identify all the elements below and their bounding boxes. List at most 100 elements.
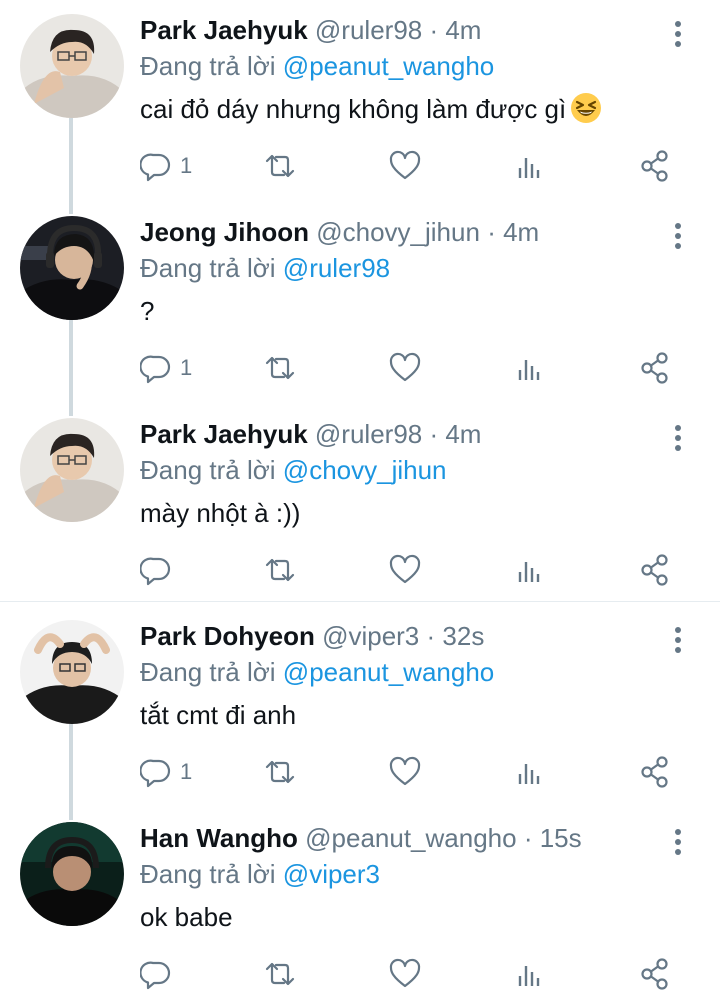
tweet-header: Jeong Jihoon @chovy_jihun · 4m (140, 214, 539, 250)
avatar[interactable] (20, 822, 124, 926)
like-icon (388, 958, 422, 990)
avatar[interactable] (20, 14, 124, 118)
more-options-icon[interactable] (666, 16, 690, 52)
timestamp[interactable]: · 4m (487, 217, 539, 247)
share-button[interactable] (638, 752, 672, 792)
share-button[interactable] (638, 550, 672, 590)
more-options-icon[interactable] (666, 622, 690, 658)
timestamp[interactable]: · 15s (524, 823, 582, 853)
tweet-text: tắt cmt đi anh (140, 696, 296, 734)
reply-count: 1 (180, 759, 193, 784)
tweet-body: mày nhột à :)) (140, 498, 301, 528)
stats-icon (514, 150, 546, 182)
tweet-body: cai đỏ dáy nhưng không làm được gì (140, 94, 567, 124)
share-button[interactable] (638, 146, 672, 186)
reply-button[interactable] (140, 954, 180, 994)
replying-to: Đang trả lời @chovy_jihun (140, 452, 447, 488)
reply-button[interactable]: 1 (140, 752, 192, 792)
user-handle[interactable]: @ruler98 (315, 15, 422, 45)
replying-to-label: Đang trả lời (140, 859, 276, 889)
replying-to-label: Đang trả lời (140, 51, 276, 81)
avatar[interactable] (20, 620, 124, 724)
retweet-button[interactable] (262, 348, 298, 388)
share-button[interactable] (638, 348, 672, 388)
timestamp[interactable]: · 32s (427, 621, 485, 651)
retweet-button[interactable] (262, 752, 298, 792)
tweet-actions: 1 (0, 348, 720, 388)
share-icon (638, 149, 672, 183)
stats-button[interactable] (514, 550, 546, 590)
replying-to: Đang trả lời @peanut_wangho (140, 48, 494, 84)
more-options-icon[interactable] (666, 218, 690, 254)
display-name[interactable]: Jeong Jihoon (140, 217, 309, 247)
tweet-text: ? (140, 292, 154, 330)
retweet-icon (262, 150, 298, 182)
divider (0, 601, 720, 602)
display-name[interactable]: Park Dohyeon (140, 621, 315, 651)
mention-link[interactable]: @peanut_wangho (283, 51, 494, 81)
like-button[interactable] (388, 752, 422, 792)
retweet-button[interactable] (262, 954, 298, 994)
like-button[interactable] (388, 146, 422, 186)
tweet-text: mày nhột à :)) (140, 494, 300, 532)
like-button[interactable] (388, 348, 422, 388)
retweet-icon (262, 958, 298, 990)
avatar[interactable] (20, 216, 124, 320)
reply-icon (140, 150, 172, 182)
avatar[interactable] (20, 418, 124, 522)
reply-button[interactable]: 1 (140, 348, 192, 388)
tweet-text: cai đỏ dáy nhưng không làm được gì (140, 90, 602, 134)
display-name[interactable]: Han Wangho (140, 823, 298, 853)
stats-button[interactable] (514, 954, 546, 994)
tweet-text: ok babe (140, 898, 233, 936)
reply-button[interactable]: 1 (140, 146, 192, 186)
like-icon (388, 756, 422, 788)
reply-icon (140, 756, 172, 788)
tweet-actions (0, 954, 720, 994)
stats-button[interactable] (514, 752, 546, 792)
tweet-header: Park Dohyeon @viper3 · 32s (140, 618, 484, 654)
display-name[interactable]: Park Jaehyuk (140, 419, 308, 449)
timestamp[interactable]: · 4m (429, 15, 481, 45)
stats-button[interactable] (514, 146, 546, 186)
reply-icon (140, 554, 172, 586)
like-button[interactable] (388, 550, 422, 590)
user-handle[interactable]: @peanut_wangho (305, 823, 516, 853)
mention-link[interactable]: @peanut_wangho (283, 657, 494, 687)
more-options-icon[interactable] (666, 824, 690, 860)
share-button[interactable] (638, 954, 672, 994)
more-options-icon[interactable] (666, 420, 690, 456)
share-icon (638, 553, 672, 587)
retweet-icon (262, 554, 298, 586)
display-name[interactable]: Park Jaehyuk (140, 15, 308, 45)
stats-button[interactable] (514, 348, 546, 388)
reply-icon (140, 958, 172, 990)
stats-icon (514, 352, 546, 384)
tweet-actions: 1 (0, 752, 720, 792)
user-handle[interactable]: @ruler98 (315, 419, 422, 449)
replying-to: Đang trả lời @ruler98 (140, 250, 390, 286)
tweet-actions: 1 (0, 146, 720, 186)
like-icon (388, 150, 422, 182)
mention-link[interactable]: @chovy_jihun (283, 455, 447, 485)
reply-button[interactable] (140, 550, 180, 590)
like-icon (388, 554, 422, 586)
tweet-body: tắt cmt đi anh (140, 700, 297, 730)
retweet-icon (262, 756, 298, 788)
retweet-button[interactable] (262, 146, 298, 186)
user-handle[interactable]: @chovy_jihun (316, 217, 480, 247)
tweet-body: ? (140, 296, 155, 326)
mention-link[interactable]: @ruler98 (283, 253, 390, 283)
like-icon (388, 352, 422, 384)
replying-to: Đang trả lời @viper3 (140, 856, 380, 892)
retweet-button[interactable] (262, 550, 298, 590)
tweet-body: ok babe (140, 902, 233, 932)
tweet-header: Han Wangho @peanut_wangho · 15s (140, 820, 582, 856)
tweet-actions (0, 550, 720, 590)
user-handle[interactable]: @viper3 (322, 621, 419, 651)
like-button[interactable] (388, 954, 422, 994)
replying-to: Đang trả lời @peanut_wangho (140, 654, 494, 690)
mention-link[interactable]: @viper3 (283, 859, 380, 889)
retweet-icon (262, 352, 298, 384)
timestamp[interactable]: · 4m (429, 419, 481, 449)
